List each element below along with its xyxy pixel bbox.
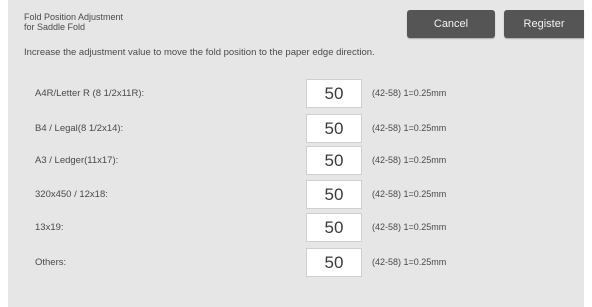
- row-label: A4R/Letter R (8 1/2x11R):: [35, 88, 145, 99]
- adjustment-row-13x19: 13x19: 50 (42-58) 1=0.25mm: [8, 213, 584, 243]
- settings-screen: Fold Position Adjustment for Saddle Fold…: [8, 0, 584, 307]
- page-title-line2: for Saddle Fold: [24, 22, 86, 32]
- adjustment-row-a3: A3 / Ledger(11x17): 50 (42-58) 1=0.25mm: [8, 146, 584, 176]
- row-label: 320x450 / 12x18:: [35, 189, 108, 200]
- value-input-others[interactable]: 50: [306, 248, 362, 277]
- range-text: (42-58) 1=0.25mm: [372, 257, 447, 267]
- adjustment-row-b4: B4 / Legal(8 1/2x14): 50 (42-58) 1=0.25m…: [8, 114, 584, 144]
- range-text: (42-58) 1=0.25mm: [372, 189, 447, 199]
- register-button[interactable]: Register: [504, 10, 584, 38]
- row-label: 13x19:: [35, 222, 64, 233]
- range-text: (42-58) 1=0.25mm: [372, 88, 447, 98]
- range-text: (42-58) 1=0.25mm: [372, 123, 447, 133]
- value-input-a3[interactable]: 50: [306, 146, 362, 175]
- row-label: Others:: [35, 257, 67, 268]
- range-text: (42-58) 1=0.25mm: [372, 155, 447, 165]
- instruction-text: Increase the adjustment value to move th…: [24, 47, 375, 58]
- adjustment-row-others: Others: 50 (42-58) 1=0.25mm: [8, 248, 584, 278]
- cancel-button[interactable]: Cancel: [407, 10, 495, 38]
- adjustment-row-a4r: A4R/Letter R (8 1/2x11R): 50 (42-58) 1=0…: [8, 79, 584, 109]
- row-label: A3 / Ledger(11x17):: [35, 155, 119, 166]
- range-text: (42-58) 1=0.25mm: [372, 222, 447, 232]
- value-input-b4[interactable]: 50: [306, 114, 362, 143]
- value-input-a4r[interactable]: 50: [306, 79, 362, 108]
- adjustment-row-320x450: 320x450 / 12x18: 50 (42-58) 1=0.25mm: [8, 180, 584, 210]
- value-input-13x19[interactable]: 50: [306, 213, 362, 242]
- value-input-320x450[interactable]: 50: [306, 180, 362, 209]
- row-label: B4 / Legal(8 1/2x14):: [35, 123, 124, 134]
- page-title-line1: Fold Position Adjustment: [24, 12, 124, 22]
- page-title: Fold Position Adjustment for Saddle Fold: [24, 12, 123, 32]
